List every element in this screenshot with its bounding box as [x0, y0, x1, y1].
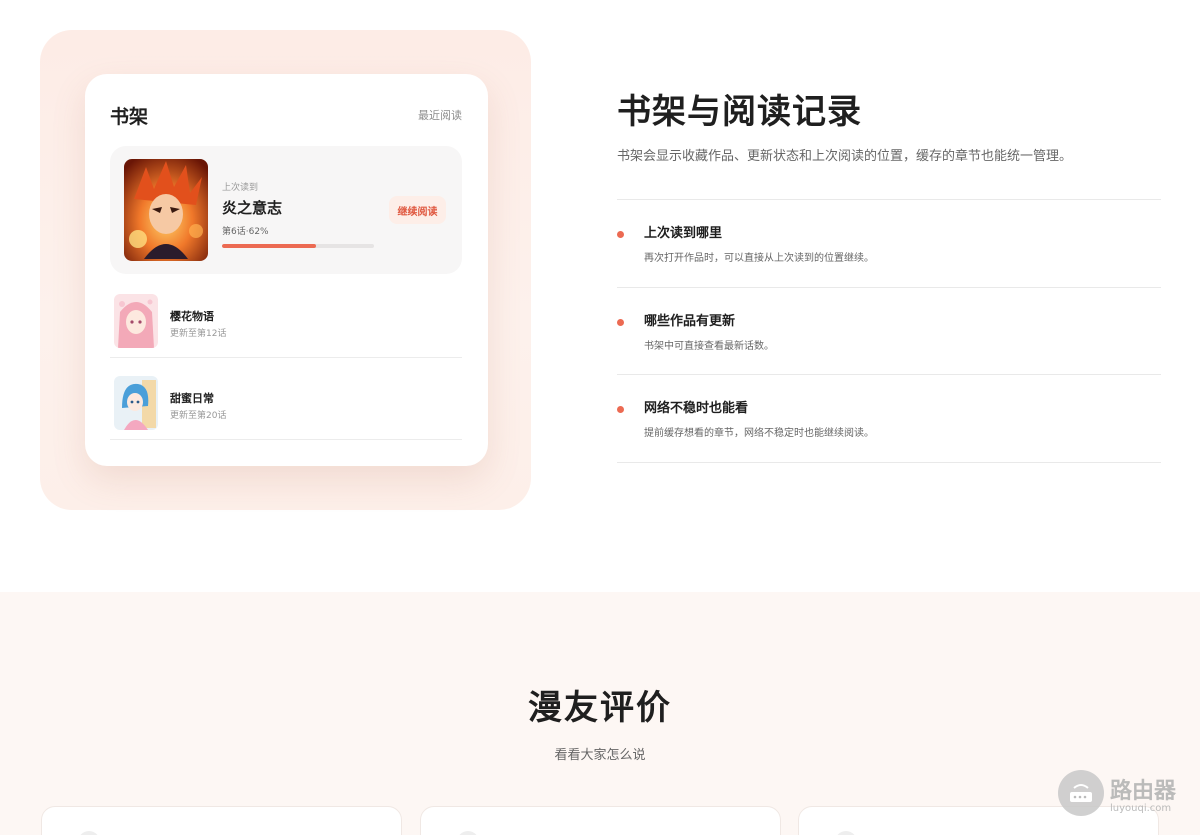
divider: [617, 374, 1161, 375]
watermark-text: 路由器: [1110, 779, 1177, 804]
book-cover-flame: [124, 159, 208, 261]
shelf-title: 书架: [110, 106, 149, 128]
feature-description: 提前缓存想看的章节，网络不稳定时也能继续阅读。: [644, 428, 874, 439]
watermark-url: luyouqi.com: [1110, 803, 1172, 814]
last-read-label: 上次读到: [222, 183, 259, 193]
bullet-dot-icon: [617, 319, 624, 326]
reviews-subtitle: 看看大家怎么说: [554, 748, 646, 763]
recent-reading-link[interactable]: 最近阅读: [418, 107, 462, 123]
reading-progress-fill: [222, 244, 317, 248]
section-heading: 书架与阅读记录: [617, 92, 862, 132]
divider: [617, 199, 1161, 200]
avatar: [78, 831, 100, 835]
feature-title: 上次读到哪里: [644, 226, 723, 241]
divider: [617, 287, 1161, 288]
feature-title: 哪些作品有更新: [644, 314, 736, 329]
book-cover-sakura: [114, 294, 158, 348]
router-logo-icon: [1058, 770, 1104, 816]
review-card: [41, 806, 402, 835]
current-book-card[interactable]: 上次读到 炎之意志 第6话·62% 继续阅读: [110, 146, 462, 274]
reading-progress-bar: [222, 244, 374, 248]
shelf-list-item[interactable]: 樱花物语 更新至第12话: [110, 276, 462, 358]
bullet-dot-icon: [617, 231, 624, 238]
continue-reading-button[interactable]: 继续阅读: [389, 196, 446, 224]
feature-description: 书架中可直接查看最新话数。: [644, 341, 774, 352]
shelf-item-title: 樱花物语: [170, 310, 214, 323]
book-cover-sweet: [114, 376, 158, 430]
shelf-card: 书架 最近阅读 上次读到 炎之意志 第6话·62% 继续阅读 樱花物语 更新至第…: [85, 74, 488, 466]
avatar: [835, 831, 857, 835]
reviews-title: 漫友评价: [528, 688, 672, 728]
shelf-item-title: 甜蜜日常: [170, 392, 214, 405]
reading-progress-text: 第6话·62%: [222, 227, 269, 237]
avatar: [457, 831, 479, 835]
feature-title: 网络不稳时也能看: [644, 401, 749, 416]
shelf-item-update: 更新至第12话: [170, 329, 227, 339]
reviews-section: 漫友评价 看看大家怎么说: [0, 592, 1200, 835]
watermark-logo: 路由器 luyouqi.com: [1058, 770, 1188, 820]
divider: [617, 462, 1161, 463]
review-card: [420, 806, 781, 835]
shelf-item-update: 更新至第20话: [170, 411, 227, 421]
bullet-dot-icon: [617, 406, 624, 413]
section-description: 书架会显示收藏作品、更新状态和上次阅读的位置，缓存的章节也能统一管理。: [617, 149, 1073, 164]
feature-description: 再次打开作品时，可以直接从上次读到的位置继续。: [644, 253, 874, 264]
shelf-list-item[interactable]: 甜蜜日常 更新至第20话: [110, 358, 462, 440]
current-book-title: 炎之意志: [222, 199, 283, 217]
